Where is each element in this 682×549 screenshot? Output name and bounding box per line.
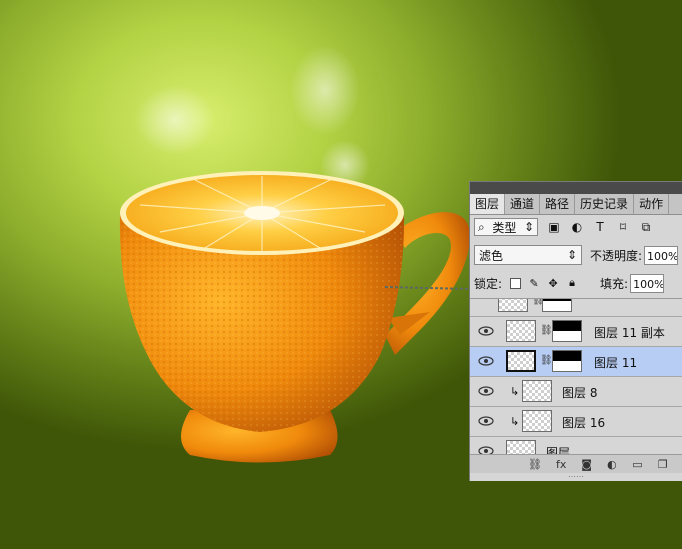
- lock-label: 锁定:: [474, 276, 503, 291]
- fx-icon[interactable]: fx: [555, 457, 567, 471]
- lock-transparent-icon[interactable]: [509, 277, 521, 289]
- image-filter-icon[interactable]: ▣: [547, 220, 561, 234]
- layer-thumbnail: [522, 410, 552, 432]
- updown-icon: ⇕: [523, 220, 534, 234]
- layer-name[interactable]: 图层 11: [594, 354, 637, 371]
- tab-layers[interactable]: 图层: [470, 194, 506, 214]
- lock-all-icon[interactable]: 🔒︎: [566, 276, 578, 289]
- layer-name[interactable]: 图层: [546, 444, 570, 454]
- layer-row-partial[interactable]: ⛓: [470, 299, 682, 317]
- updown-icon: ⇕: [566, 248, 577, 262]
- eye-icon[interactable]: [478, 445, 494, 454]
- text-filter-icon[interactable]: T: [593, 220, 607, 234]
- layer-row[interactable]: ↳ 图层 16: [470, 407, 682, 437]
- clipping-arrow-icon: ↳: [510, 385, 520, 398]
- layer-mask-thumbnail: [552, 350, 582, 372]
- adjustment-layer-icon[interactable]: ◐: [606, 457, 618, 471]
- link-icon[interactable]: ⛓: [528, 457, 542, 471]
- layer-name[interactable]: 图层 11 副本: [594, 324, 665, 341]
- filter-kind-select[interactable]: ⌕ 类型 ⇕: [474, 218, 538, 236]
- panel-title-bar[interactable]: [470, 182, 682, 194]
- layer-thumbnail: [506, 440, 536, 454]
- layer-row[interactable]: ↳ 图层 8: [470, 377, 682, 407]
- steam-left: [135, 85, 215, 155]
- panel-tabs: 图层 通道 路径 历史记录 动作: [470, 194, 682, 215]
- resize-grip[interactable]: ⋯⋯: [470, 473, 682, 481]
- layer-mask-thumbnail: [542, 299, 572, 312]
- layer-row[interactable]: 图层: [470, 437, 682, 454]
- opacity-input[interactable]: 100%: [644, 245, 679, 265]
- filter-row: ⌕ 类型 ⇕ ▣ ◐ T ⌑ ⧉: [474, 216, 682, 238]
- steam-right: [290, 45, 360, 135]
- layer-mask-thumbnail: [552, 320, 582, 342]
- smart-object-filter-icon[interactable]: ⧉: [639, 220, 653, 234]
- search-icon: ⌕: [478, 219, 485, 234]
- fill-input[interactable]: 100%: [630, 273, 665, 293]
- layer-name[interactable]: 图层 8: [562, 384, 597, 401]
- link-chain-icon: ⛓: [540, 355, 553, 366]
- tab-actions[interactable]: 动作: [634, 194, 670, 214]
- new-group-icon[interactable]: ▭: [631, 457, 643, 471]
- lock-paint-icon[interactable]: ✎: [528, 277, 540, 290]
- layer-thumbnail: [506, 320, 536, 342]
- fill-label: 填充:: [600, 276, 629, 291]
- eye-icon[interactable]: [478, 415, 494, 427]
- eye-icon[interactable]: [478, 355, 494, 367]
- orange-core: [244, 206, 280, 220]
- layer-thumbnail: [498, 299, 528, 312]
- new-layer-icon[interactable]: ❐: [657, 457, 669, 471]
- tab-paths[interactable]: 路径: [540, 194, 576, 214]
- eye-icon[interactable]: [478, 325, 494, 337]
- tab-history[interactable]: 历史记录: [575, 194, 635, 214]
- panel-bottom-toolbar: ⛓ fx ◙ ◐ ▭ ❐: [470, 454, 682, 473]
- tab-channels[interactable]: 通道: [505, 194, 541, 214]
- clipping-arrow-icon: ↳: [510, 415, 520, 428]
- layer-thumbnail: [506, 350, 536, 372]
- eye-icon[interactable]: [478, 385, 494, 397]
- blend-row: 滤色 ⇕ 不透明度: 100%: [474, 244, 682, 266]
- layers-list: ⛓ ⛓ 图层 11 副本 ⛓ 图层 11 ↳ 图层 8 ↳ 图层 16 图层: [470, 299, 682, 454]
- adjustment-filter-icon[interactable]: ◐: [570, 220, 584, 234]
- shape-filter-icon[interactable]: ⌑: [616, 220, 630, 234]
- layer-row[interactable]: ⛓ 图层 11 副本: [470, 317, 682, 347]
- layer-thumbnail: [522, 380, 552, 402]
- link-chain-icon: ⛓: [540, 325, 553, 336]
- filter-kind-label: 类型: [492, 220, 517, 235]
- blend-mode-value: 滤色: [479, 248, 504, 263]
- blend-mode-select[interactable]: 滤色 ⇕: [474, 245, 582, 265]
- layer-row-selected[interactable]: ⛓ 图层 11: [470, 347, 682, 377]
- opacity-label: 不透明度:: [590, 248, 643, 263]
- lock-move-icon[interactable]: ✥: [547, 277, 559, 290]
- lock-row: 锁定: ✎ ✥ 🔒︎ 填充: 100%: [474, 272, 682, 294]
- layer-name[interactable]: 图层 16: [562, 414, 605, 431]
- add-mask-icon[interactable]: ◙: [580, 457, 592, 471]
- layers-panel: 图层 通道 路径 历史记录 动作 ⌕ 类型 ⇕ ▣ ◐ T ⌑ ⧉ 滤色 ⇕ 不…: [469, 181, 682, 481]
